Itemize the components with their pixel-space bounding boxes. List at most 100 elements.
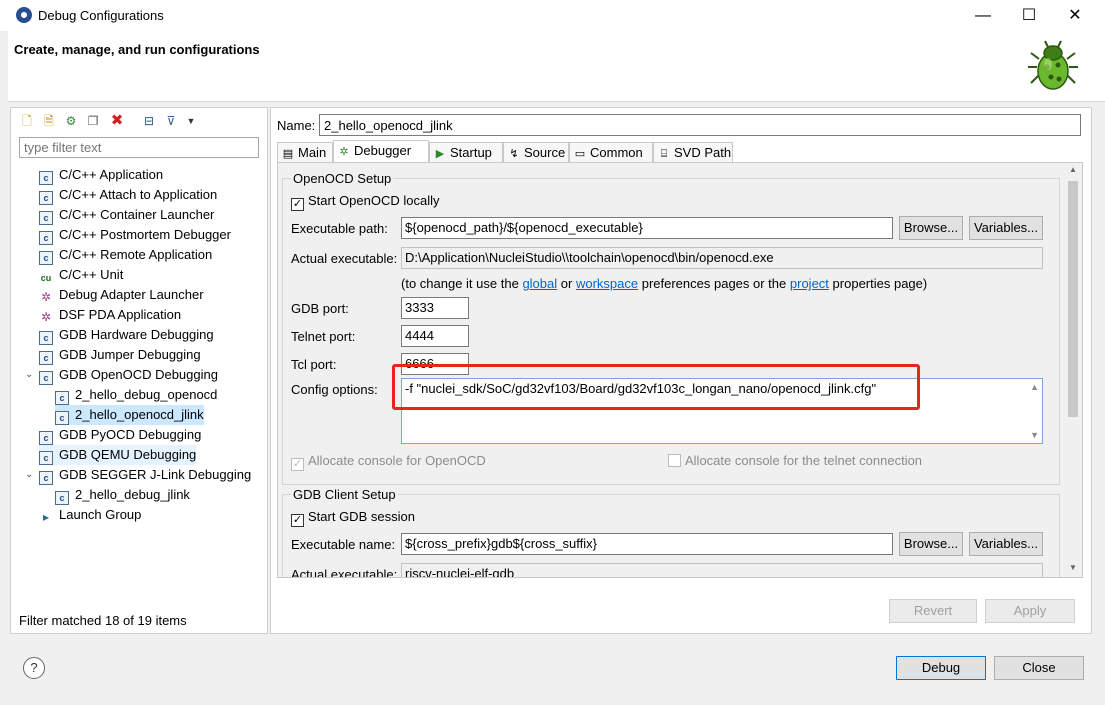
openocd-setup-label: OpenOCD Setup — [291, 171, 394, 186]
gdb-executable-name-label: Executable name: — [291, 537, 396, 552]
gdb-browse-button[interactable]: Browse... — [899, 532, 963, 556]
tree-category-item[interactable]: c GDB PyOCD Debugging — [39, 425, 201, 445]
tree-item-label: DSF PDA Application — [59, 307, 182, 322]
tcl-port-label: Tcl port: — [291, 357, 337, 372]
close-button[interactable]: Close — [994, 656, 1084, 680]
allocate-openocd-check-icon: ✓ — [291, 458, 304, 471]
apply-button[interactable]: Apply — [985, 599, 1075, 623]
telnet-port-input[interactable]: 4444 — [401, 325, 469, 347]
tab-source[interactable]: ↯ Source — [503, 142, 569, 162]
tree-child-item[interactable]: c 2_hello_debug_openocd — [55, 385, 217, 405]
openocd-executable-input[interactable]: ${openocd_path}/${openocd_executable} — [401, 217, 893, 239]
allocate-openocd-console-label: Allocate console for OpenOCD — [308, 453, 486, 468]
openocd-browse-button[interactable]: Browse... — [899, 216, 963, 240]
filter-icon[interactable]: ⊽ — [163, 113, 179, 129]
tree-category-item[interactable]: ⌄ c GDB SEGGER J-Link Debugging — [25, 465, 252, 485]
gdb-variables-button[interactable]: Variables... — [969, 532, 1043, 556]
tcl-port-input[interactable]: 6666 — [401, 353, 469, 375]
bug-launch-icon: ✲ — [40, 290, 52, 304]
minimize-button[interactable]: — — [960, 0, 1006, 31]
help-icon[interactable]: ? — [23, 657, 45, 679]
tree-category-item[interactable]: ⌄ c GDB OpenOCD Debugging — [25, 365, 218, 385]
svd-path-tab-icon: ⌸ — [660, 148, 668, 160]
debugger-tab-content: OpenOCD Setup ✓ Start OpenOCD locally Exe… — [277, 162, 1083, 578]
filter-input[interactable] — [19, 137, 259, 158]
allocate-openocd-console-checkbox[interactable]: ✓ Allocate console for OpenOCD — [291, 453, 486, 471]
tab-debugger[interactable]: ✲ Debugger — [333, 140, 429, 162]
tree-category-item[interactable]: ▸ Launch Group — [39, 505, 141, 525]
duplicate-icon[interactable]: ❐ — [85, 113, 101, 129]
workspace-link[interactable]: workspace — [576, 276, 638, 291]
allocate-telnet-console-label: Allocate console for the telnet connecti… — [685, 453, 923, 468]
tree-category-item[interactable]: c GDB QEMU Debugging — [39, 445, 197, 465]
launch-group-icon: ▸ — [42, 510, 50, 524]
tab-main[interactable]: ▤ Main — [277, 142, 333, 162]
scroll-up-icon[interactable]: ▲ — [1069, 165, 1077, 174]
tree-item-label: C/C++ Unit — [59, 267, 124, 282]
c-launch-icon: c — [39, 251, 53, 265]
title-bar: Debug Configurations — ☐ ✕ — [0, 0, 1105, 31]
gdb-port-input[interactable]: 3333 — [401, 297, 469, 319]
start-openocd-checkbox[interactable]: ✓ Start OpenOCD locally — [291, 193, 440, 211]
configuration-tree-panel: 🗋 🗎 ⚙ ❐ ✖ ⊟ ⊽ ▼ c C/C++ Application c C/C++… — [10, 107, 268, 634]
tree-child-item[interactable]: c 2_hello_debug_jlink — [55, 485, 190, 505]
allocate-telnet-check-icon — [668, 454, 681, 467]
common-tab-icon: ▭ — [574, 148, 586, 160]
tab-common[interactable]: ▭ Common — [569, 142, 653, 162]
openocd-variables-button[interactable]: Variables... — [969, 216, 1043, 240]
new-configuration-icon[interactable]: 🗋 — [19, 113, 35, 129]
dialog-header-title: Create, manage, and run configurations — [14, 42, 260, 57]
tree-category-item[interactable]: c C/C++ Application — [39, 165, 163, 185]
note-suffix: properties page) — [832, 276, 928, 291]
textarea-scroll-up-icon[interactable]: ▲ — [1030, 382, 1039, 392]
tab-svd-path[interactable]: ⌸ SVD Path — [653, 142, 733, 162]
tab-startup[interactable]: ▶ Startup — [429, 142, 503, 162]
scrollbar-thumb[interactable] — [1068, 181, 1078, 417]
tree-item-label: GDB SEGGER J-Link Debugging — [59, 467, 252, 482]
tree-category-item[interactable]: ✲ DSF PDA Application — [39, 305, 181, 325]
new-prototype-icon[interactable]: 🗎 — [41, 113, 57, 129]
main-tab-icon: ▤ — [282, 148, 294, 160]
name-label: Name: — [277, 118, 316, 133]
close-window-button[interactable]: ✕ — [1052, 0, 1098, 31]
start-gdb-session-checkbox[interactable]: ✓ Start GDB session — [291, 509, 415, 527]
maximize-button[interactable]: ☐ — [1006, 0, 1052, 31]
collapse-all-icon[interactable]: ⊟ — [141, 113, 157, 129]
view-menu-chevron-icon[interactable]: ▼ — [183, 113, 199, 129]
tree-item-label: GDB OpenOCD Debugging — [59, 367, 218, 382]
debug-button[interactable]: Debug — [896, 656, 986, 680]
gdb-port-label: GDB port: — [291, 301, 349, 316]
actual-executable-label: Actual executable: — [291, 251, 398, 266]
export-configuration-icon[interactable]: ⚙ — [63, 113, 79, 129]
tree-item-label: Debug Adapter Launcher — [59, 287, 204, 302]
tree-category-item[interactable]: c C/C++ Remote Application — [39, 245, 212, 265]
delete-icon[interactable]: ✖ — [109, 113, 125, 129]
tree-category-item[interactable]: c GDB Hardware Debugging — [39, 325, 214, 345]
tree-child-item[interactable]: c 2_hello_openocd_jlink — [55, 405, 204, 425]
telnet-port-label: Telnet port: — [291, 329, 356, 344]
gdb-executable-input[interactable]: ${cross_prefix}gdb${cross_suffix} — [401, 533, 893, 555]
project-link[interactable]: project — [790, 276, 829, 291]
gdb-actual-executable-label: Actual executable: — [291, 567, 398, 578]
preferences-note: (to change it use the global or workspac… — [401, 276, 927, 291]
tree-category-item[interactable]: c C/C++ Container Launcher — [39, 205, 214, 225]
scroll-down-icon[interactable]: ▼ — [1069, 563, 1077, 572]
start-openocd-check-icon: ✓ — [291, 198, 304, 211]
startup-tab-icon: ▶ — [435, 148, 445, 160]
tree-expand-chevron-icon[interactable]: ⌄ — [25, 365, 33, 385]
tree-category-item[interactable]: c C/C++ Attach to Application — [39, 185, 217, 205]
global-link[interactable]: global — [522, 276, 557, 291]
tree-category-item[interactable]: cu C/C++ Unit — [39, 265, 124, 285]
tree-category-item[interactable]: c C/C++ Postmortem Debugger — [39, 225, 231, 245]
tree-expand-chevron-icon[interactable]: ⌄ — [25, 465, 33, 485]
c-launch-icon: c — [39, 431, 53, 445]
config-options-textarea[interactable]: -f "nuclei_sdk/SoC/gd32vf103/Board/gd32v… — [401, 378, 1043, 444]
configuration-name-input[interactable] — [319, 114, 1081, 136]
c-launch-icon: c — [39, 471, 53, 485]
tree-category-item[interactable]: ✲ Debug Adapter Launcher — [39, 285, 204, 305]
textarea-scroll-down-icon[interactable]: ▼ — [1030, 430, 1039, 440]
allocate-telnet-console-checkbox[interactable]: Allocate console for the telnet connecti… — [668, 453, 922, 468]
tree-category-item[interactable]: c GDB Jumper Debugging — [39, 345, 201, 365]
revert-button[interactable]: Revert — [889, 599, 977, 623]
tab-vertical-scrollbar[interactable]: ▲ ▼ — [1066, 163, 1080, 577]
